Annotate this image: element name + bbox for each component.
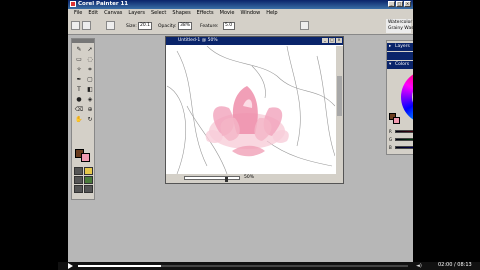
close-button[interactable]: ×: [404, 1, 411, 7]
layers-panel-title: Layers: [395, 44, 410, 49]
dropper-icon[interactable]: ●: [74, 95, 84, 104]
panel-separator-bar: [387, 52, 413, 60]
weaves-selector[interactable]: [84, 185, 93, 193]
nozzle-selector[interactable]: [84, 176, 93, 184]
lotus-painting: [167, 46, 335, 174]
menu-shapes[interactable]: Shapes: [172, 10, 190, 16]
feature-label: Feature:: [200, 24, 219, 29]
brush-selector[interactable]: Watercolor Grainy Wash Camel: [386, 19, 413, 33]
lasso-icon[interactable]: ◌: [85, 55, 95, 64]
zoom-level: 50%: [244, 175, 255, 180]
horizontal-scrollbar: 50%: [166, 174, 343, 183]
rect-select-icon[interactable]: ▭: [74, 55, 84, 64]
media-selectors: [74, 167, 93, 193]
playback-time: 02:00 / 08:13: [438, 262, 472, 268]
rotate-page-icon[interactable]: ↻: [85, 115, 95, 124]
volume-icon[interactable]: ◄): [416, 263, 426, 269]
collapse-caret-icon: ▾: [389, 62, 392, 67]
doc-close-button[interactable]: ×: [336, 38, 342, 43]
feature-input[interactable]: 5.0: [223, 22, 235, 30]
zoom-slider-thumb[interactable]: [225, 177, 228, 182]
property-bar: Size: 20.1 Opacity: 38% Feature: 5.0: [68, 17, 413, 35]
panel-additional-color-swatch[interactable]: [393, 117, 400, 124]
brush-category[interactable]: Watercolor: [388, 20, 412, 25]
drawing-canvas[interactable]: [167, 46, 335, 174]
green-slider[interactable]: [395, 138, 413, 141]
play-icon[interactable]: [68, 263, 73, 269]
colors-panel-title: Colors: [395, 62, 410, 67]
blue-slider[interactable]: [395, 146, 413, 149]
dab-preview-icon[interactable]: [300, 21, 309, 30]
magnifier-icon[interactable]: ⊕: [85, 105, 95, 114]
pen-icon[interactable]: ✒: [74, 75, 84, 84]
app-icon: [70, 1, 76, 7]
vertical-scrollbar[interactable]: [336, 46, 343, 174]
opacity-input[interactable]: 38%: [178, 22, 192, 30]
blue-slider-row: B 174: [389, 145, 413, 151]
size-input[interactable]: 20.1: [138, 22, 152, 30]
look-selector[interactable]: [74, 185, 83, 193]
shape-icon[interactable]: ▢: [85, 75, 95, 84]
window-title: Corel Painter 11: [78, 1, 129, 7]
red-slider-row: R 240: [389, 129, 413, 135]
vertical-scroll-thumb[interactable]: [337, 76, 342, 116]
saturation-value-area: [412, 81, 413, 113]
document-window: Untitled-1 @ 50% _ □ × 50%: [165, 36, 344, 184]
blue-label: B: [389, 145, 392, 150]
doc-minimize-button[interactable]: _: [322, 38, 328, 43]
menu-edit[interactable]: Edit: [88, 10, 98, 16]
painter-window: Corel Painter 11 _ □ × File Edit Canvas …: [68, 0, 413, 262]
colors-panel-header[interactable]: ▾ Colors: [387, 61, 413, 69]
toolbox: ✎ ➚ ▭ ◌ ✧ ⌗ ✒ ▢ T ◧ ● ◈ ⌫ ⊕ ✋ ↻: [71, 38, 95, 200]
green-label: G: [389, 137, 393, 142]
brush-variant[interactable]: Grainy Wash Camel: [388, 26, 413, 31]
menu-movie[interactable]: Movie: [220, 10, 235, 16]
zoom-slider[interactable]: [184, 176, 240, 182]
menu-canvas[interactable]: Canvas: [104, 10, 122, 16]
red-label: R: [389, 129, 392, 134]
document-title: Untitled-1 @ 50%: [166, 37, 343, 45]
grabber-icon[interactable]: ✋: [74, 115, 84, 124]
stroke-type-icon[interactable]: [106, 21, 115, 30]
doc-maximize-button[interactable]: □: [329, 38, 335, 43]
menu-layers[interactable]: Layers: [128, 10, 145, 16]
paint-bucket-icon[interactable]: ◈: [85, 95, 95, 104]
text-icon[interactable]: T: [74, 85, 84, 94]
panels-dock: ▸ Layers ▾ Colors R 240: [386, 40, 413, 155]
menu-window[interactable]: Window: [240, 10, 260, 16]
layers-panel-header[interactable]: ▸ Layers: [387, 43, 413, 51]
pattern-selector[interactable]: [74, 176, 83, 184]
menu-select[interactable]: Select: [151, 10, 166, 16]
opacity-label: Opacity:: [158, 24, 177, 29]
eraser-icon[interactable]: ⌫: [74, 105, 84, 114]
menu-file[interactable]: File: [74, 10, 82, 16]
brush-icon[interactable]: [71, 21, 80, 30]
reset-tool-icon[interactable]: [82, 21, 91, 30]
divine-proportion-icon[interactable]: ◧: [85, 85, 95, 94]
magic-wand-icon[interactable]: ✧: [74, 65, 84, 74]
menu-help[interactable]: Help: [266, 10, 277, 16]
green-slider-row: G 155: [389, 137, 413, 143]
layer-adjuster-icon[interactable]: ➚: [85, 45, 95, 54]
maximize-button[interactable]: □: [396, 1, 403, 7]
video-player-bar: ◄) 02:00 / 08:13: [58, 262, 480, 270]
menu-effects[interactable]: Effects: [197, 10, 214, 16]
expand-caret-icon: ▸: [389, 44, 392, 49]
video-frame: Corel Painter 11 _ □ × File Edit Canvas …: [0, 0, 480, 270]
seek-bar[interactable]: [78, 265, 408, 267]
red-slider[interactable]: [395, 130, 413, 133]
seek-progress: [78, 265, 161, 267]
window-controls: _ □ ×: [388, 1, 411, 7]
gradient-selector[interactable]: [84, 167, 93, 175]
minimize-button[interactable]: _: [388, 1, 395, 7]
additional-color-swatch[interactable]: [81, 153, 90, 162]
hue-ring[interactable]: [401, 70, 413, 124]
crop-icon[interactable]: ⌗: [85, 65, 95, 74]
menu-bar: File Edit Canvas Layers Select Shapes Ef…: [68, 9, 413, 17]
paper-selector[interactable]: [74, 167, 83, 175]
brush-tool-icon[interactable]: ✎: [74, 45, 84, 54]
title-bar: Corel Painter 11 _ □ ×: [68, 0, 413, 9]
size-label: Size:: [126, 24, 137, 29]
